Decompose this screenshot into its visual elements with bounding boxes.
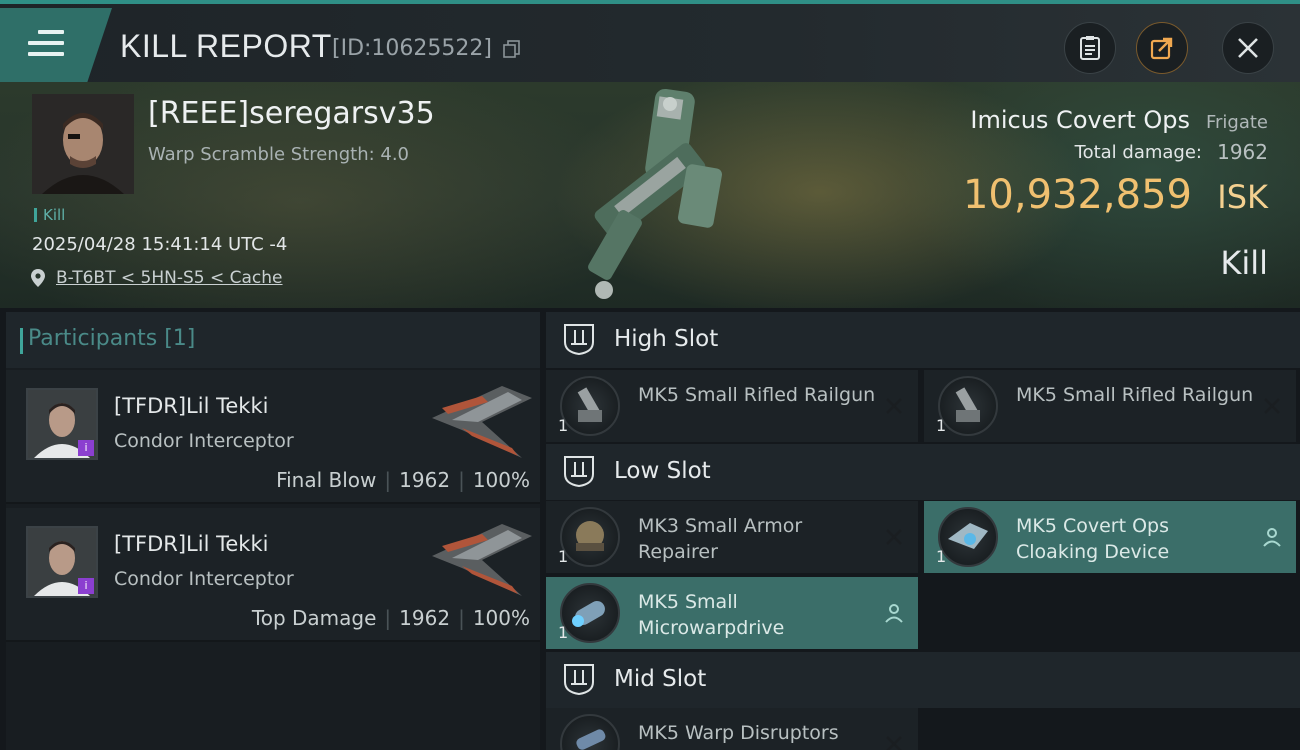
slot-shield-icon: [564, 456, 594, 488]
x-icon: [1264, 398, 1280, 414]
menu-icon: [28, 30, 64, 63]
role-badge-icon: i: [78, 578, 94, 594]
participant-row[interactable]: i [TFDR]Lil Tekki Condor Interceptor Top…: [6, 508, 540, 642]
high-slot-label: High Slot: [614, 326, 719, 352]
railgun-icon: [560, 376, 620, 436]
kill-result: Kill: [1220, 244, 1268, 282]
warp-disruptor-icon: [560, 714, 620, 750]
module-name: MK5 Small Rifled Railgun: [638, 384, 876, 406]
module-name: MK5 Small Microwarpdrive: [638, 591, 785, 639]
role-badge-icon: i: [78, 440, 94, 456]
participant-damage: 1962: [399, 606, 451, 630]
module-name: MK5 Small Rifled Railgun: [1016, 384, 1254, 406]
victim-ship-class: Frigate: [1205, 112, 1268, 133]
module-item[interactable]: 1 MK3 Small Armor Repairer: [546, 501, 918, 573]
participant-row[interactable]: i [TFDR]Lil Tekki Condor Interceptor Fin…: [6, 370, 540, 504]
participants-panel: Participants [1] i [TFDR]Lil Tekki Condo…: [6, 312, 540, 750]
module-quantity: 1: [936, 416, 947, 435]
participant-role: Top Damage: [251, 606, 377, 630]
copy-icon[interactable]: [502, 39, 522, 59]
armor-repairer-icon: [560, 507, 620, 567]
high-slot-header: High Slot: [546, 312, 1300, 368]
module-item[interactable]: 1 MK5 Covert Ops Cloaking Device: [924, 501, 1296, 573]
person-icon: [1263, 528, 1281, 547]
clipboard-icon: [1080, 36, 1100, 60]
slot-shield-icon: [564, 324, 594, 356]
low-slot-label: Low Slot: [614, 458, 711, 484]
participants-header: Participants [1]: [6, 312, 540, 368]
module-quantity: 1: [936, 547, 947, 566]
total-damage-label: Total damage:: [1074, 142, 1202, 163]
victim-ship-name[interactable]: Imicus Covert Ops: [970, 106, 1190, 134]
mid-slot-header: Mid Slot: [546, 652, 1300, 708]
module-item[interactable]: 1 MK5 Small Rifled Railgun: [546, 370, 918, 442]
participants-title: Participants [1]: [19, 326, 196, 354]
close-icon: [1238, 38, 1258, 58]
participant-ship-image[interactable]: [422, 378, 538, 464]
module-name: MK5 Covert Ops Cloaking Device: [1016, 515, 1170, 563]
module-quantity: 1: [558, 416, 569, 435]
module-name: MK5 Warp Disruptors: [638, 722, 839, 744]
person-icon: [885, 604, 903, 623]
railgun-icon: [938, 376, 998, 436]
module-item[interactable]: 1 MK5 Small Microwarpdrive: [546, 577, 918, 649]
participant-role: Final Blow: [276, 468, 377, 492]
isk-value: 10,932,859: [962, 172, 1192, 218]
module-item[interactable]: 1 MK5 Small Rifled Railgun: [924, 370, 1296, 442]
isk-unit: ISK: [1217, 178, 1268, 216]
kill-report-header: KILL REPORT [ID:10625522]: [0, 0, 1300, 82]
slot-shield-icon: [564, 664, 594, 696]
participant-name[interactable]: [TFDR]Lil Tekki: [114, 394, 268, 418]
low-slot-header: Low Slot: [546, 444, 1300, 500]
x-icon: [886, 736, 902, 750]
menu-button[interactable]: [0, 8, 112, 82]
module-item[interactable]: MK5 Warp Disruptors: [546, 708, 918, 750]
avatar: i: [26, 388, 98, 460]
kill-datetime: 2025/04/28 15:41:14 UTC -4: [32, 234, 288, 255]
participant-percent: 100%: [472, 606, 530, 630]
kill-location-link[interactable]: B-T6BT < 5HN-S5 < Cache: [56, 268, 283, 288]
mid-slot-label: Mid Slot: [614, 666, 707, 692]
participant-percent: 100%: [472, 468, 530, 492]
participant-ship-image[interactable]: [422, 516, 538, 602]
microwarpdrive-icon: [560, 583, 620, 643]
kill-type-tag: Kill: [34, 206, 65, 224]
module-name: MK3 Small Armor Repairer: [638, 515, 803, 563]
participant-damage: 1962: [399, 468, 451, 492]
total-damage-value: 1962: [1217, 140, 1268, 164]
kill-summary: [REEE]seregarsv35 Warp Scramble Strength…: [0, 82, 1300, 308]
cloaking-device-icon: [938, 507, 998, 567]
victim-avatar: [32, 94, 134, 194]
share-button[interactable]: [1136, 22, 1188, 74]
report-id: [ID:10625522]: [332, 36, 492, 61]
participant-name[interactable]: [TFDR]Lil Tekki: [114, 532, 268, 556]
share-icon: [1150, 37, 1173, 60]
victim-name[interactable]: [REEE]seregarsv35: [148, 96, 435, 131]
participant-stats: Top Damage | 1962 | 100%: [251, 606, 530, 630]
participant-ship: Condor Interceptor: [114, 568, 294, 590]
module-quantity: 1: [558, 623, 569, 642]
map-pin-icon: [31, 269, 45, 287]
close-button[interactable]: [1222, 22, 1274, 74]
victim-portrait[interactable]: [32, 94, 134, 194]
avatar: i: [26, 526, 98, 598]
victim-stat: Warp Scramble Strength: 4.0: [148, 144, 410, 165]
x-icon: [886, 529, 902, 545]
page-title: KILL REPORT: [120, 28, 332, 64]
report-button[interactable]: [1064, 22, 1116, 74]
victim-ship-image[interactable]: [570, 82, 740, 308]
module-quantity: 1: [558, 547, 569, 566]
x-icon: [886, 398, 902, 414]
participant-stats: Final Blow | 1962 | 100%: [276, 468, 530, 492]
participant-ship: Condor Interceptor: [114, 430, 294, 452]
